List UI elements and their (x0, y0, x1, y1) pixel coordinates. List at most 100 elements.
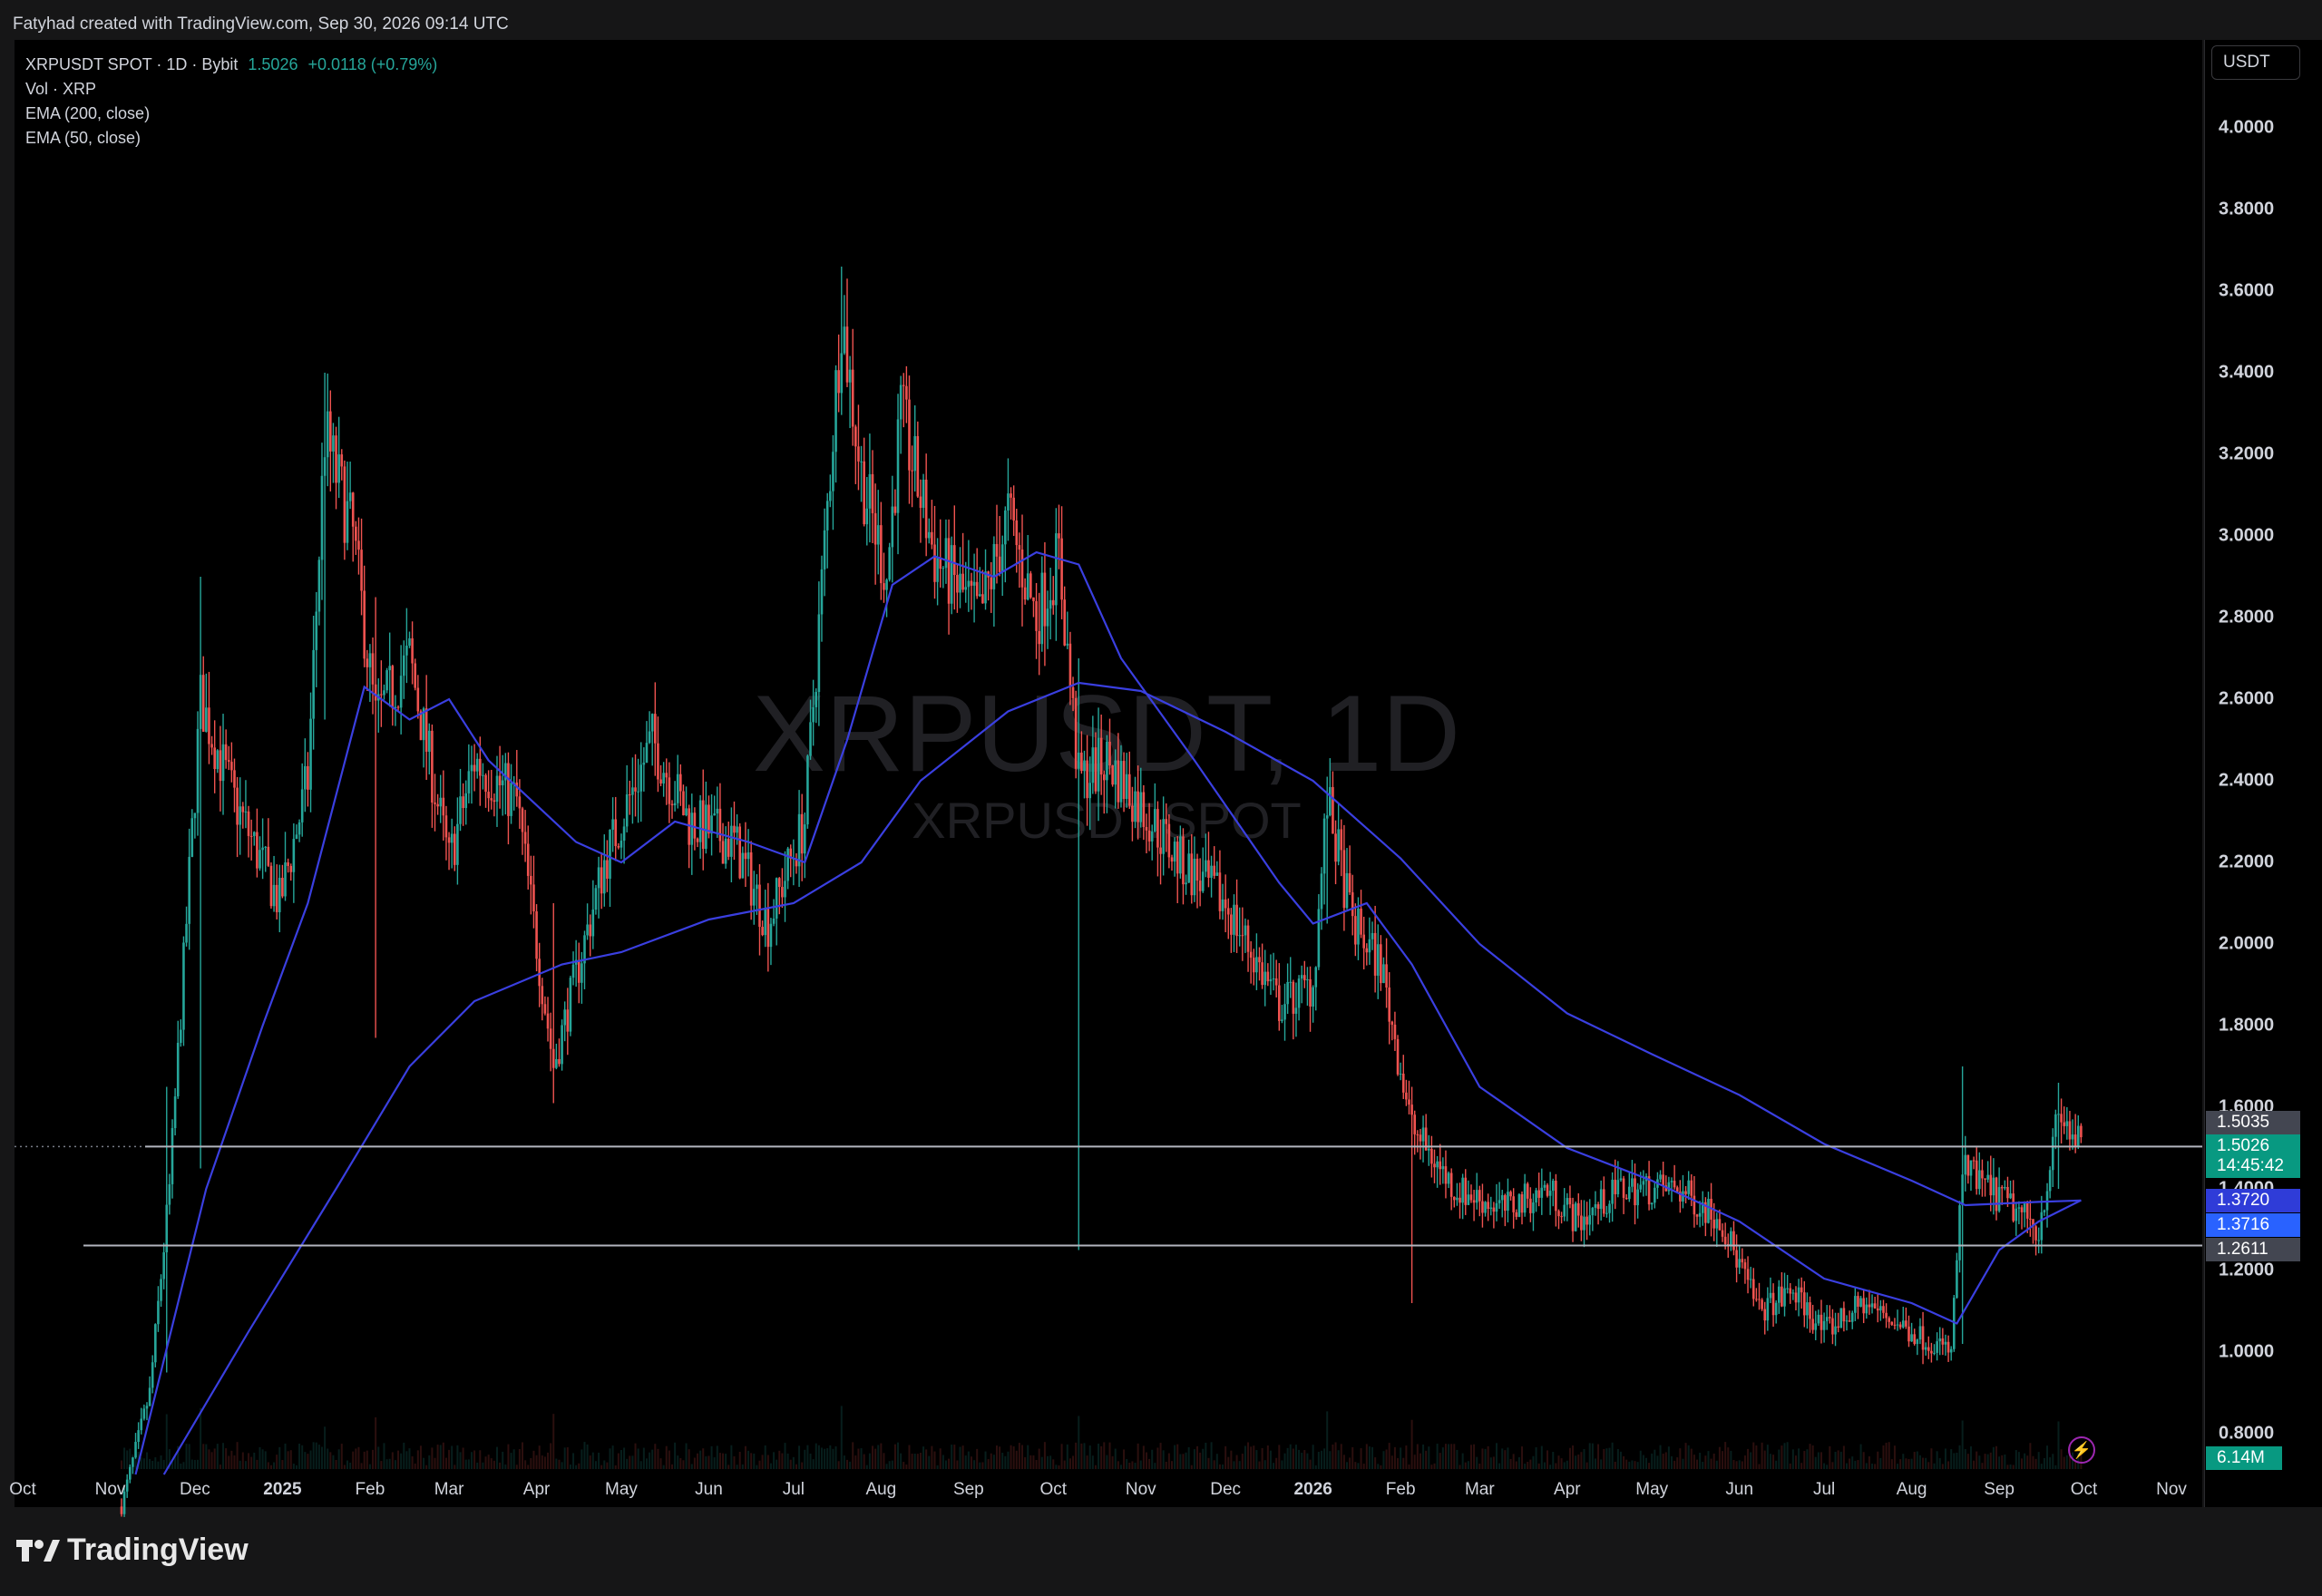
volume-bar (1094, 1465, 1097, 1469)
volume-bar (727, 1465, 730, 1469)
candle-body (1631, 1178, 1634, 1187)
volume-bar (1976, 1451, 1978, 1469)
candle-body (337, 454, 340, 483)
candle-body (1673, 1181, 1676, 1188)
volume-bar (1148, 1458, 1151, 1469)
volume-bar (834, 1445, 837, 1469)
volume-bar (248, 1453, 250, 1469)
candle-body (614, 819, 618, 847)
volume-bar (1111, 1455, 1114, 1469)
candle-body (1507, 1192, 1509, 1212)
legend-symbol-row[interactable]: XRPUSDT SPOT · 1D · Bybit 1.5026 +0.0118… (25, 53, 437, 77)
volume-bar (1789, 1463, 1791, 1469)
legend-ema50[interactable]: EMA (50, close) (25, 126, 437, 151)
volume-bar (1075, 1442, 1078, 1469)
flash-icon[interactable]: ⚡ (2068, 1436, 2095, 1464)
volume-bar (301, 1445, 304, 1469)
tradingview-logo[interactable]: TradingView (16, 1533, 249, 1568)
candle-body (1207, 860, 1210, 878)
volume-bar (416, 1450, 419, 1469)
volume-bar (1357, 1463, 1360, 1469)
candle-body (383, 690, 385, 696)
candle-body (1893, 1324, 1897, 1326)
volume-bar (1628, 1461, 1631, 1469)
candle-body (1568, 1198, 1572, 1204)
candle-body (408, 637, 411, 646)
volume-bar (1910, 1458, 1913, 1469)
volume-bar (631, 1455, 634, 1469)
volume-bar (843, 1455, 845, 1469)
volume-bar (1320, 1450, 1322, 1469)
volume-bar (1187, 1447, 1190, 1469)
candle-body (936, 557, 939, 582)
candle-body (546, 1013, 550, 1029)
candle-body (368, 653, 372, 667)
candle-body (1038, 630, 1040, 645)
price-tick-label: 1.8000 (2219, 1015, 2275, 1036)
candle-body (1548, 1191, 1552, 1196)
volume-bar (1001, 1453, 1004, 1469)
candle-body (1068, 643, 1072, 687)
volume-bar (434, 1457, 436, 1469)
candle-body (1416, 1134, 1420, 1135)
candle-body (1086, 760, 1088, 799)
candle-body (221, 744, 225, 782)
volume-bar (1213, 1460, 1215, 1469)
candle-body (1913, 1334, 1917, 1345)
volume-bar (662, 1465, 665, 1469)
volume-bar (1958, 1445, 1961, 1469)
candle-body (1289, 981, 1293, 983)
volume-bar (1083, 1443, 1086, 1469)
volume-bar (1763, 1450, 1766, 1469)
candle-body (1286, 981, 1289, 1005)
volume-bar (1614, 1461, 1616, 1469)
candle-body (1459, 1197, 1461, 1203)
volume-bar (1969, 1446, 1972, 1469)
candle-body (1712, 1219, 1715, 1229)
candle-body (863, 461, 865, 525)
candle-body (1281, 1019, 1283, 1021)
volume-bar (2021, 1458, 2024, 1469)
candle-body (357, 540, 360, 550)
currency-button[interactable]: USDT (2211, 45, 2300, 80)
level-low-tag: 1.2611 (2206, 1238, 2300, 1261)
candle-body (1263, 971, 1267, 986)
volume-bar (863, 1454, 865, 1469)
volume-bar (854, 1455, 857, 1469)
volume-bar (408, 1448, 411, 1469)
candle-body (1969, 1160, 1973, 1176)
candle-body (1300, 975, 1303, 979)
volume-bar (1289, 1444, 1292, 1469)
candle-body (549, 1028, 552, 1049)
volume-bar (532, 1450, 535, 1469)
candle-body (493, 800, 496, 803)
volume-bar (448, 1449, 451, 1469)
candle-body (665, 773, 668, 778)
volume-bar (1509, 1458, 1512, 1469)
candle-body (1077, 752, 1080, 769)
price-tick-label: 2.8000 (2219, 607, 2275, 628)
candle-body (1624, 1197, 1628, 1200)
candle-body (637, 791, 639, 793)
candle-body (120, 1506, 123, 1514)
volume-bar (1537, 1463, 1540, 1469)
candle-body (523, 832, 527, 844)
candle-body (1283, 1004, 1286, 1020)
legend-ema200[interactable]: EMA (200, close) (25, 102, 437, 126)
candle-body (1405, 1092, 1408, 1100)
volume-bar (1495, 1443, 1498, 1469)
volume-bar (1631, 1460, 1634, 1469)
candle-body (1176, 842, 1179, 874)
volume-bar (682, 1460, 685, 1469)
volume-bar (1362, 1464, 1365, 1469)
price-tick-label: 3.4000 (2219, 362, 2275, 383)
volume-bar (324, 1426, 327, 1469)
volume-bar (1583, 1448, 1585, 1469)
legend-volume[interactable]: Vol · XRP (25, 77, 437, 102)
candle-body (1924, 1347, 1927, 1350)
candle-body (1870, 1303, 1874, 1308)
volume-bar (702, 1448, 705, 1469)
volume-bar (515, 1465, 518, 1469)
candle-body (1376, 944, 1380, 976)
volume-bar (806, 1445, 809, 1469)
